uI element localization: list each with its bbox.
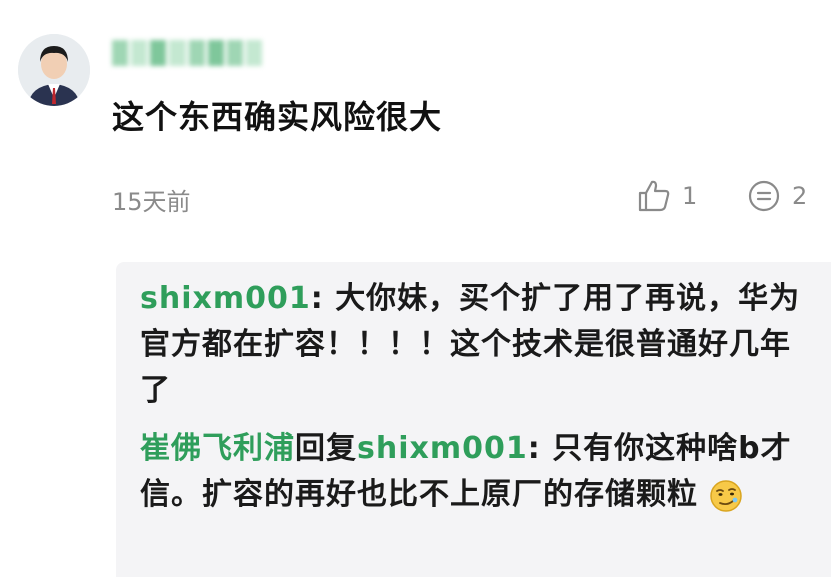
reply-button[interactable]: 2: [746, 178, 807, 214]
avatar[interactable]: [18, 34, 90, 106]
like-count: 1: [682, 182, 698, 210]
reply-item[interactable]: 崔佛飞利浦回复shixm001: 只有你这种啥b才信。扩容的再好也比不上原厂的存…: [140, 426, 805, 518]
reply-word: 回复: [295, 431, 357, 466]
reply-target[interactable]: shixm001: [357, 431, 528, 466]
comment-bubble-icon: [748, 180, 780, 212]
reply-author[interactable]: 崔佛飞利浦: [140, 431, 295, 466]
thumbs-up-icon: [638, 180, 670, 212]
reply-count: 2: [792, 182, 808, 210]
comment-text: 这个东西确实风险很大: [112, 98, 443, 136]
reply-author[interactable]: shixm001: [140, 281, 311, 316]
smirk-emoji-icon: [710, 479, 743, 512]
reply-separator: :: [527, 431, 553, 466]
avatar-image: [18, 34, 90, 106]
reply-separator: :: [310, 281, 336, 316]
username-obscured: [112, 40, 262, 66]
comment-time: 15天前: [112, 188, 191, 216]
like-button[interactable]: 1: [636, 178, 697, 214]
reply-item[interactable]: shixm001: 大你妹，买个扩了用了再说，华为官方都在扩容！！！！这个技术是…: [140, 276, 805, 414]
replies-panel: shixm001: 大你妹，买个扩了用了再说，华为官方都在扩容！！！！这个技术是…: [116, 262, 831, 577]
